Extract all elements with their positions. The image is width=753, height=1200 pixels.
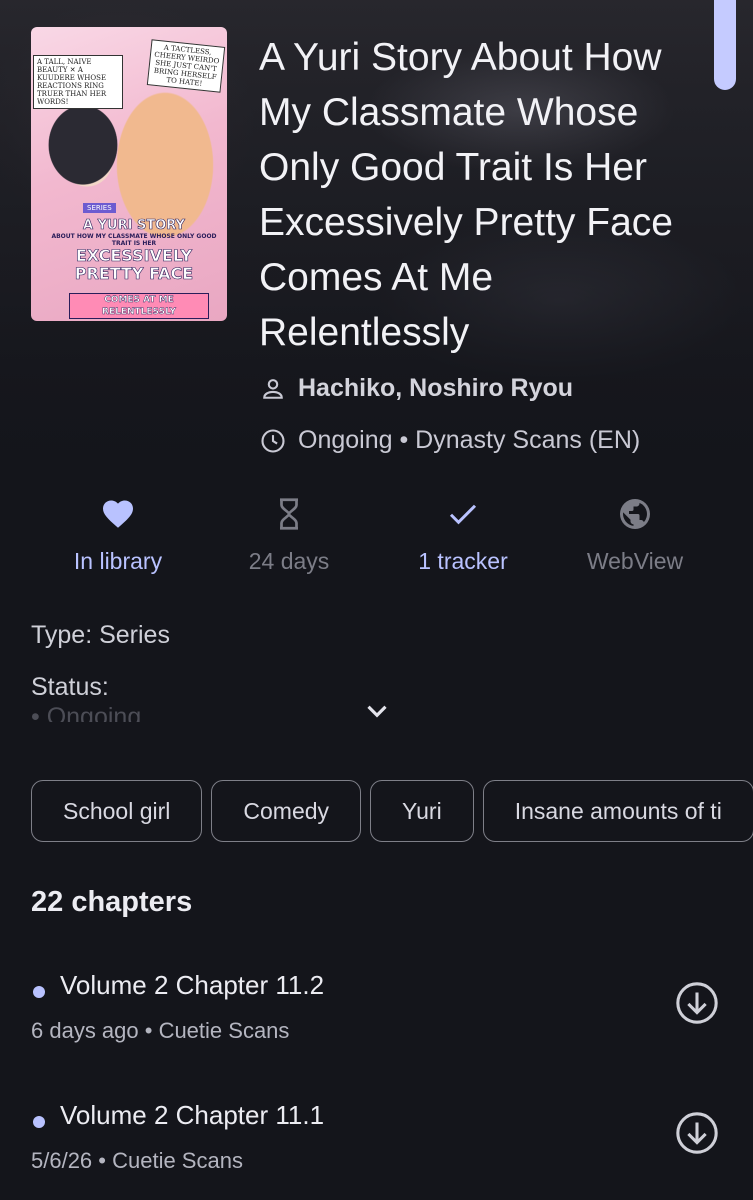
in-library-button[interactable]: In library: [43, 488, 193, 575]
cover-title-logo: A YURI STORY ABOUT HOW MY CLASSMATE WHOS…: [51, 218, 217, 283]
chapter-subtitle: 6 days ago • Cuetie Scans: [31, 1018, 290, 1043]
download-icon[interactable]: [674, 980, 720, 1026]
person-icon: [263, 378, 283, 399]
tracker-button[interactable]: 1 tracker: [388, 488, 538, 575]
action-bar: In library 24 days 1 tracker WebView: [0, 488, 753, 588]
chapter-row[interactable]: Volume 2 Chapter 11.1 5/6/26 • Cuetie Sc…: [0, 1092, 753, 1200]
tracker-label: 1 tracker: [418, 548, 508, 574]
chapter-title: Volume 2 Chapter 11.2: [60, 970, 325, 1000]
cover-tagline-left: A TALL, NAIVE BEAUTY ✕ A KUUDERE WHOSE R…: [33, 55, 123, 109]
unread-dot-icon: [33, 986, 45, 998]
cover-title-band: COMES AT ME RELENTLESSLY: [69, 293, 209, 319]
status-source-text: Ongoing • Dynasty Scans (EN): [298, 426, 641, 454]
in-library-label: In library: [73, 548, 163, 574]
genre-chip[interactable]: Yuri: [370, 780, 474, 842]
chapters-count-header[interactable]: 22 chapters: [31, 886, 192, 919]
genre-chips: School girl Comedy Yuri Insane amounts o…: [31, 780, 753, 842]
heart-icon: [103, 500, 133, 528]
genre-chip[interactable]: Insane amounts of ti: [482, 780, 753, 842]
scrollbar-thumb[interactable]: [714, 0, 736, 90]
cover-tagline-right: A TACTLESS, CHEERY WEIRDO SHE JUST CAN'T…: [146, 39, 226, 93]
genre-chip[interactable]: Comedy: [211, 780, 362, 842]
manga-details-screen: A TALL, NAIVE BEAUTY ✕ A KUUDERE WHOSE R…: [0, 0, 753, 1200]
chapter-subtitle: 5/6/26 • Cuetie Scans: [31, 1148, 243, 1173]
manga-header: A TALL, NAIVE BEAUTY ✕ A KUUDERE WHOSE R…: [0, 0, 753, 480]
update-interval-label: 24 days: [248, 548, 330, 574]
check-icon: [449, 504, 477, 525]
unread-dot-icon: [33, 1116, 45, 1128]
chapter-title: Volume 2 Chapter 11.1: [60, 1100, 325, 1130]
manga-title[interactable]: A Yuri Story About How My Classmate Whos…: [259, 30, 714, 360]
clock-icon: [261, 428, 285, 453]
webview-label: WebView: [586, 548, 684, 574]
expand-chevron-icon[interactable]: [360, 694, 394, 728]
cover-series-label: SERIES: [83, 203, 116, 213]
type-text: Type: Series: [31, 621, 170, 649]
download-icon[interactable]: [674, 1110, 720, 1156]
hourglass-icon: [280, 498, 298, 530]
chapter-row[interactable]: Volume 2 Chapter 11.2 6 days ago • Cueti…: [0, 962, 753, 1072]
update-interval-button[interactable]: 24 days: [214, 488, 364, 575]
author-name: Hachiko, Noshiro Ryou: [298, 374, 574, 402]
status-row: Ongoing • Dynasty Scans (EN): [259, 426, 640, 455]
globe-icon: [620, 499, 650, 529]
genre-chip[interactable]: School girl: [31, 780, 203, 842]
webview-button[interactable]: WebView: [560, 488, 710, 575]
author-row[interactable]: Hachiko, Noshiro Ryou: [259, 374, 573, 403]
cover-image[interactable]: A TALL, NAIVE BEAUTY ✕ A KUUDERE WHOSE R…: [31, 27, 227, 321]
